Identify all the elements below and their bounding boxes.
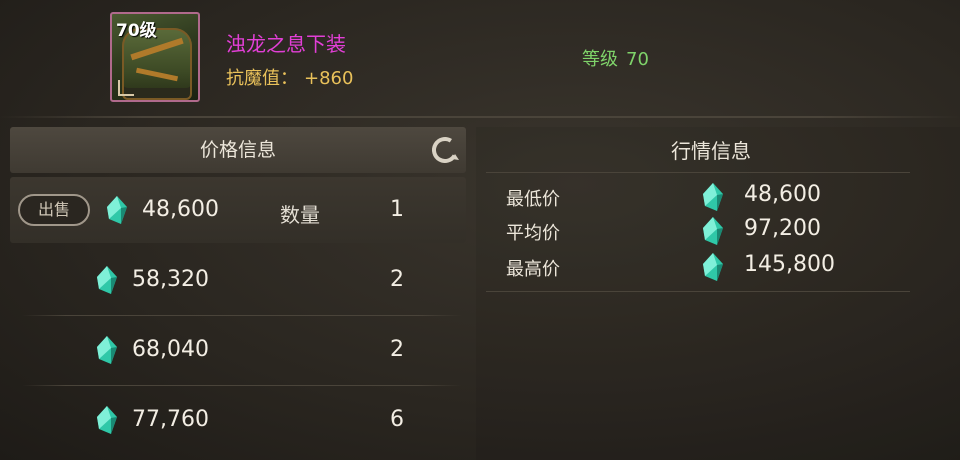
item-level-badge: 70级 [116,21,157,41]
quantity-label: 数量 [280,203,320,227]
level-label: 等级 [582,49,618,70]
average-price-label: 平均价 [506,223,560,244]
highest-price-label: 最高价 [506,259,560,280]
listing-quantity: 2 [390,337,404,362]
row-divider [22,385,462,386]
corner-marker [118,80,134,96]
market-panel-title: 行情信息 [671,139,751,163]
listing-row-3[interactable]: 68,040 2 [10,317,466,383]
refresh-icon[interactable] [428,133,462,167]
lowest-price-label: 最低价 [506,189,560,210]
market-divider-bottom [486,291,910,292]
lowest-price-value: 48,600 [744,182,821,207]
listing-price: 58,320 [132,267,209,292]
armor-leggings-icon[interactable]: 70级 [110,12,200,102]
item-stat: 抗魔值： +860 [226,64,353,90]
teal-gem-icon [703,183,723,211]
teal-gem-icon [703,253,723,281]
price-panel-header: 价格信息 [10,127,466,173]
level-value: 70 [626,49,649,70]
listing-row-1[interactable]: 出售 48,600 数量 1 [10,177,466,243]
required-level: 等级 70 [582,45,649,71]
teal-gem-icon [97,266,117,294]
item-name: 浊龙之息下装 [226,32,346,56]
listing-quantity: 6 [390,407,404,432]
listing-price: 77,760 [132,407,209,432]
market-divider-top [486,172,910,173]
stat-label: 抗魔值： [226,68,298,89]
price-panel-title: 价格信息 [199,139,276,161]
listing-quantity: 1 [390,197,404,222]
stat-value: +860 [304,68,354,89]
teal-gem-icon [97,406,117,434]
listing-row-2[interactable]: 58,320 2 [10,247,466,313]
listing-quantity: 2 [390,267,404,292]
market-panel [476,127,960,460]
teal-gem-icon [703,217,723,245]
listing-price: 48,600 [142,197,219,222]
teal-gem-icon [107,196,127,224]
average-price-value: 97,200 [744,216,821,241]
teal-gem-icon [97,336,117,364]
row-divider [22,315,462,316]
listing-row-4[interactable]: 77,760 6 [10,387,466,453]
highest-price-value: 145,800 [744,252,835,277]
sell-button[interactable]: 出售 [18,194,90,226]
listing-price: 68,040 [132,337,209,362]
header-divider [0,116,960,118]
